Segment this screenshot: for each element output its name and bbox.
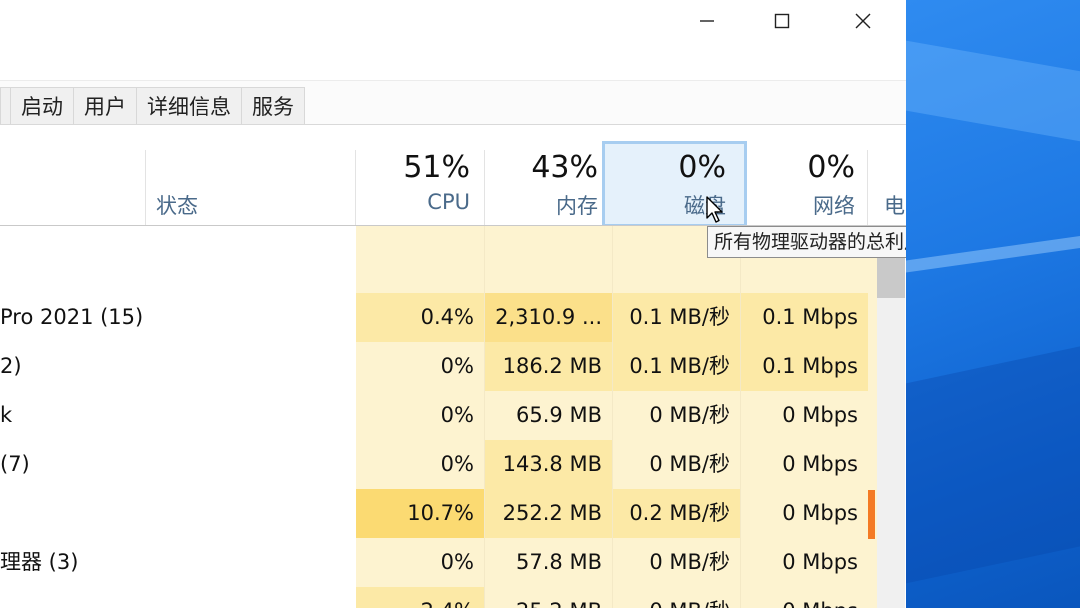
memory-cell: 186.2 MB (485, 342, 612, 391)
network-cell: 0.1 Mbps (741, 342, 868, 391)
grid-line (484, 226, 485, 608)
network-cell: 0 Mbps (741, 489, 868, 538)
minimize-icon (700, 20, 714, 22)
mouse-pointer-icon (706, 196, 723, 223)
disk-cell: 0.1 MB/秒 (613, 342, 740, 391)
disk-cell: 0 MB/秒 (613, 391, 740, 440)
maximize-button[interactable] (742, 0, 822, 42)
cpu-column-header[interactable]: 51% CPU (356, 150, 484, 225)
disk-cell: 0.1 MB/秒 (613, 293, 740, 342)
network-total-percent: 0% (807, 150, 855, 185)
network-cell: 0 Mbps (741, 440, 868, 489)
disk-cell: 0 MB/秒 (613, 440, 740, 489)
network-cell: 0 Mbps (741, 391, 868, 440)
disk-total-percent: 0% (678, 150, 726, 185)
memory-cell: 252.2 MB (485, 489, 612, 538)
status-column-header[interactable]: 状态 (146, 150, 355, 225)
task-manager-window: 启动 用户 详细信息 服务 状态 51% CPU 43% 内存 0% 磁盘 0%… (0, 0, 906, 608)
tab-startup[interactable]: 启动 (10, 87, 74, 125)
tab-users[interactable]: 用户 (73, 87, 137, 125)
network-cell: 0 Mbps (741, 538, 868, 587)
status-column-label: 状态 (156, 194, 198, 218)
heat-cell (485, 226, 612, 293)
maximize-icon (774, 13, 790, 29)
desktop-wallpaper (906, 0, 1080, 608)
process-row[interactable]: 2) 0% 186.2 MB 0.1 MB/秒 0.1 Mbps (0, 342, 906, 391)
disk-cell: 0 MB/秒 (613, 538, 740, 587)
close-icon (855, 13, 871, 29)
cpu-cell: 2.4% (356, 587, 484, 608)
memory-total-percent: 43% (531, 150, 598, 185)
network-cell: 0 Mbps (741, 587, 868, 608)
memory-column-label: 内存 (556, 194, 598, 218)
network-column-header[interactable]: 0% 网络 (741, 150, 867, 225)
disk-cell: 0.2 MB/秒 (613, 489, 740, 538)
tab-details[interactable]: 详细信息 (136, 87, 242, 125)
memory-cell: 57.8 MB (485, 538, 612, 587)
scrollbar-thumb[interactable] (877, 258, 905, 298)
network-column-label: 网络 (813, 194, 855, 218)
cpu-cell: 0% (356, 391, 484, 440)
memory-cell: 143.8 MB (485, 440, 612, 489)
tab-services[interactable]: 服务 (241, 87, 305, 125)
network-cell: 0.1 Mbps (741, 293, 868, 342)
wallpaper-shadow (906, 332, 1080, 588)
wallpaper-light-beam (906, 226, 1080, 276)
grid-line (740, 226, 741, 608)
process-name: Pro 2021 (15) (0, 305, 144, 329)
cpu-cell: 0% (356, 440, 484, 489)
wallpaper-light-beam (906, 37, 1080, 153)
power-column-label: 电 (884, 194, 905, 218)
memory-column-header[interactable]: 43% 内存 (485, 150, 612, 225)
cpu-cell: 0% (356, 342, 484, 391)
close-button[interactable] (823, 0, 903, 42)
process-row[interactable]: 2.4% 25.2 MB 0 MB/秒 0 Mbps (0, 587, 906, 608)
cpu-cell: 10.7% (356, 489, 484, 538)
cpu-cell: 0% (356, 538, 484, 587)
memory-cell: 2,310.9 ... (485, 293, 612, 342)
memory-cell: 25.2 MB (485, 587, 612, 608)
grid-line (612, 226, 613, 608)
power-usage-indicator (868, 490, 875, 539)
process-name: 2) (0, 354, 22, 378)
process-name: (7) (0, 452, 30, 476)
process-row[interactable]: (7) 0% 143.8 MB 0 MB/秒 0 Mbps (0, 440, 906, 489)
memory-cell: 65.9 MB (485, 391, 612, 440)
disk-column-tooltip: 所有物理驱动器的总利用率 (707, 226, 906, 258)
disk-cell: 0 MB/秒 (613, 587, 740, 608)
cpu-column-label: CPU (427, 190, 470, 214)
process-name: k (0, 403, 13, 427)
cpu-total-percent: 51% (403, 150, 470, 185)
power-column-strip (868, 226, 877, 608)
process-row[interactable]: 理器 (3) 0% 57.8 MB 0 MB/秒 0 Mbps (0, 538, 906, 587)
process-name: 理器 (3) (0, 550, 79, 574)
cpu-cell: 0.4% (356, 293, 484, 342)
minimize-button[interactable] (667, 0, 747, 42)
process-row[interactable]: Pro 2021 (15) 0.4% 2,310.9 ... 0.1 MB/秒 … (0, 293, 906, 342)
process-row[interactable]: k 0% 65.9 MB 0 MB/秒 0 Mbps (0, 391, 906, 440)
process-row[interactable]: 10.7% 252.2 MB 0.2 MB/秒 0 Mbps (0, 489, 906, 538)
power-column-header[interactable]: 电 (868, 150, 906, 225)
heat-cell (356, 226, 484, 293)
